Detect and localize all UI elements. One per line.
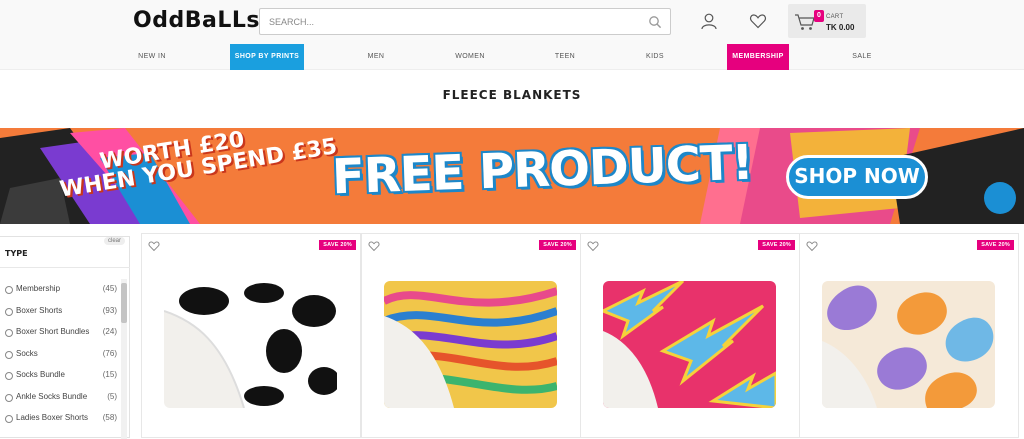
filter-option-ankle-socks-bundle[interactable]: Ankle Socks Bundle (5): [5, 392, 117, 404]
nav-kids[interactable]: KIDS: [639, 44, 671, 70]
nav-women[interactable]: WOMEN: [449, 44, 491, 70]
product-image-retro-flower[interactable]: [822, 281, 995, 408]
account-icon[interactable]: [700, 12, 718, 30]
product-card[interactable]: SAVE 20%: [361, 233, 581, 438]
product-image-lightning-bolts[interactable]: [603, 281, 776, 408]
cart-icon: [795, 14, 815, 30]
radio-button[interactable]: [5, 372, 13, 380]
banner-headline: FREE PRODUCT!: [331, 134, 754, 206]
shop-now-button[interactable]: SHOP NOW: [786, 155, 928, 199]
filter-option-count: (45): [102, 284, 117, 293]
filter-option-label: Membership: [16, 284, 61, 293]
cart-label: CART: [826, 14, 844, 20]
main-nav: NEW IN SHOP BY PRINTS MEN WOMEN TEEN KID…: [0, 44, 1024, 70]
brand-logo[interactable]: OddBaLLs: [133, 8, 260, 33]
filter-option-membership[interactable]: Membership (45): [5, 284, 117, 296]
filter-option-count: (5): [107, 392, 117, 401]
type-filter-panel: TYPE clear Membership (45) Boxer Shorts …: [0, 236, 130, 439]
nav-membership[interactable]: MEMBERSHIP: [727, 44, 789, 70]
filter-option-label: Socks: [16, 349, 38, 358]
product-image-cow-print[interactable]: [164, 281, 337, 408]
radio-button[interactable]: [5, 394, 13, 402]
cart-button[interactable]: 0 CART TK 0.00: [788, 4, 866, 38]
nav-sale[interactable]: SALE: [845, 44, 879, 70]
filter-option-label: Ladies Boxer Shorts: [16, 413, 89, 422]
wishlist-heart-icon[interactable]: [806, 240, 818, 252]
save-badge: SAVE 20%: [758, 240, 795, 250]
cart-total: TK 0.00: [826, 23, 855, 32]
filter-option-socks-bundle[interactable]: Socks Bundle (15): [5, 370, 117, 382]
filter-title: TYPE: [5, 249, 28, 258]
page-title: FLEECE BLANKETS: [442, 88, 582, 102]
radio-button[interactable]: [5, 329, 13, 337]
product-card[interactable]: SAVE 20%: [799, 233, 1019, 438]
radio-button[interactable]: [5, 415, 13, 423]
product-card[interactable]: SAVE 20%: [141, 233, 361, 438]
filter-option-count: (15): [102, 370, 117, 379]
product-card[interactable]: SAVE 20%: [580, 233, 800, 438]
nav-new-in[interactable]: NEW IN: [127, 44, 177, 70]
nav-teen[interactable]: TEEN: [548, 44, 582, 70]
header: OddBaLLs 0 CART TK 0.00 NEW IN SHOP BY P…: [0, 0, 1024, 70]
filter-option-label: Boxer Short Bundles: [16, 327, 90, 336]
filter-option-label: Ankle Socks Bundle: [16, 392, 88, 401]
wishlist-heart-icon[interactable]: [749, 12, 767, 30]
filter-divider: [0, 267, 130, 268]
radio-button[interactable]: [5, 308, 13, 316]
nav-men[interactable]: MEN: [358, 44, 394, 70]
filter-option-boxer-short-bundles[interactable]: Boxer Short Bundles (24): [5, 327, 117, 339]
wishlist-heart-icon[interactable]: [368, 240, 380, 252]
wishlist-heart-icon[interactable]: [148, 240, 160, 252]
filter-option-label: Socks Bundle: [16, 370, 65, 379]
filter-option-socks[interactable]: Socks (76): [5, 349, 117, 361]
filter-option-count: (24): [102, 327, 117, 336]
save-badge: SAVE 20%: [539, 240, 576, 250]
wishlist-heart-icon[interactable]: [587, 240, 599, 252]
filter-scrollbar[interactable]: [121, 279, 127, 439]
filter-clear-button[interactable]: clear: [104, 237, 126, 245]
radio-button[interactable]: [5, 351, 13, 359]
search-input[interactable]: [260, 9, 640, 34]
filter-option-count: (76): [102, 349, 117, 358]
radio-button[interactable]: [5, 286, 13, 294]
search-icon[interactable]: [648, 15, 662, 29]
scrollbar-thumb[interactable]: [121, 283, 127, 323]
save-badge: SAVE 20%: [319, 240, 356, 250]
filter-option-count: (93): [102, 306, 117, 315]
search-box[interactable]: [259, 8, 671, 35]
cart-count-badge: 0: [814, 10, 824, 22]
filter-option-count: (58): [102, 413, 117, 422]
product-image-psychedelic-swirl[interactable]: [384, 281, 557, 408]
filter-option-label: Boxer Shorts: [16, 306, 63, 315]
nav-shop-by-prints[interactable]: SHOP BY PRINTS: [230, 44, 304, 70]
filter-option-ladies-boxer-shorts[interactable]: Ladies Boxer Shorts (58): [5, 413, 117, 425]
filter-option-boxer-shorts[interactable]: Boxer Shorts (93): [5, 306, 117, 318]
save-badge: SAVE 20%: [977, 240, 1014, 250]
